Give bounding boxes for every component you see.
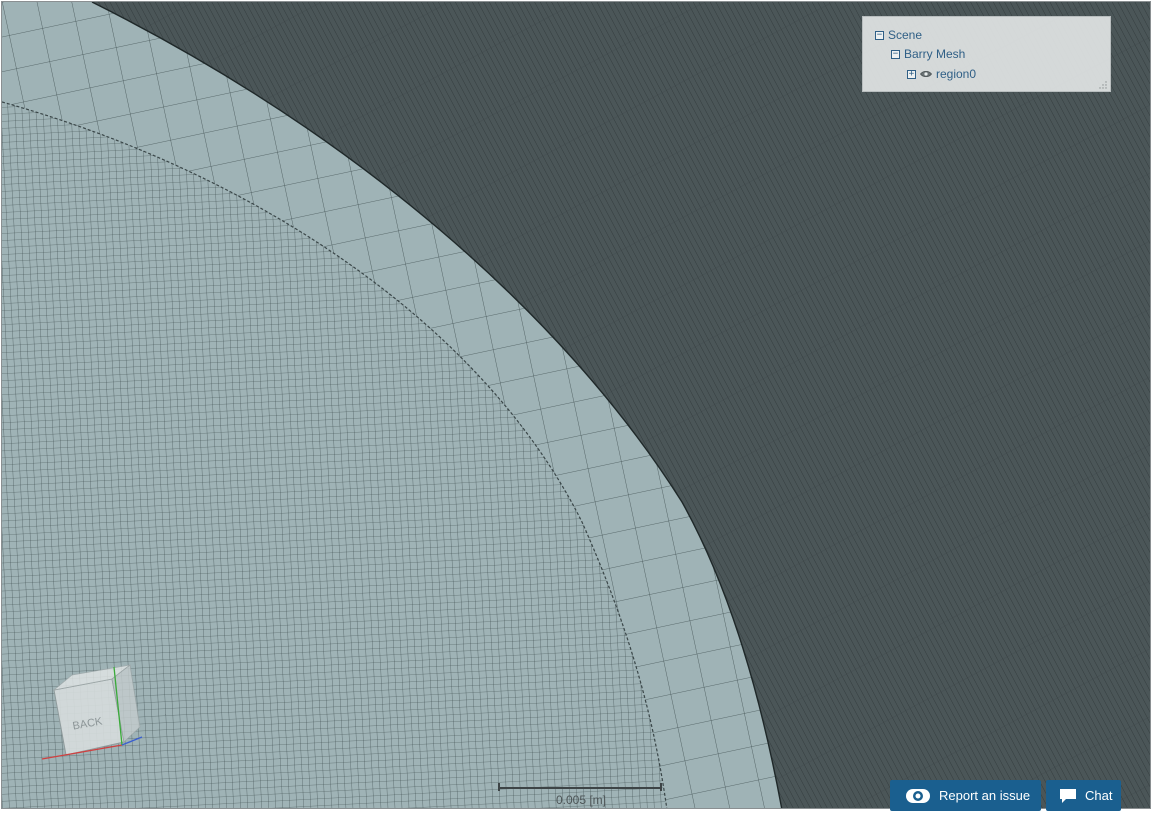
orientation-cube[interactable]: BACK <box>24 657 174 777</box>
chat-label: Chat <box>1085 788 1113 803</box>
scale-bar-line <box>498 787 662 789</box>
tree-label-barry-mesh[interactable]: Barry Mesh <box>904 47 965 61</box>
tree-node-barry-mesh[interactable]: − Barry Mesh <box>891 46 965 62</box>
scale-bar-tick <box>498 783 500 791</box>
resize-grip-icon[interactable] <box>1099 81 1107 89</box>
expand-toggle[interactable]: + <box>907 69 916 79</box>
tree-label-scene[interactable]: Scene <box>888 28 922 42</box>
eye-icon[interactable] <box>920 70 932 78</box>
mesh-render[interactable] <box>2 2 1151 809</box>
tree-label-region0[interactable]: region0 <box>936 67 976 81</box>
tree-node-region0[interactable]: + region0 <box>907 66 976 82</box>
chat-button[interactable]: Chat <box>1046 780 1121 811</box>
collapse-toggle[interactable]: − <box>891 49 900 59</box>
collapse-toggle[interactable]: − <box>875 30 884 40</box>
report-issue-button[interactable]: Report an issue <box>890 780 1041 811</box>
chat-bubble-icon <box>1060 788 1076 803</box>
camera-eye-icon <box>906 788 930 803</box>
scale-bar: 0.005 [m] <box>496 780 666 808</box>
tree-node-scene[interactable]: − Scene <box>875 27 922 43</box>
report-issue-label: Report an issue <box>939 788 1031 803</box>
3d-viewport[interactable]: − Scene − Barry Mesh + region0 BACK 0.00… <box>1 1 1151 809</box>
scale-bar-label: 0.005 [m] <box>555 793 607 807</box>
scene-tree-panel: − Scene − Barry Mesh + region0 <box>862 16 1111 92</box>
scale-bar-tick <box>660 783 662 791</box>
